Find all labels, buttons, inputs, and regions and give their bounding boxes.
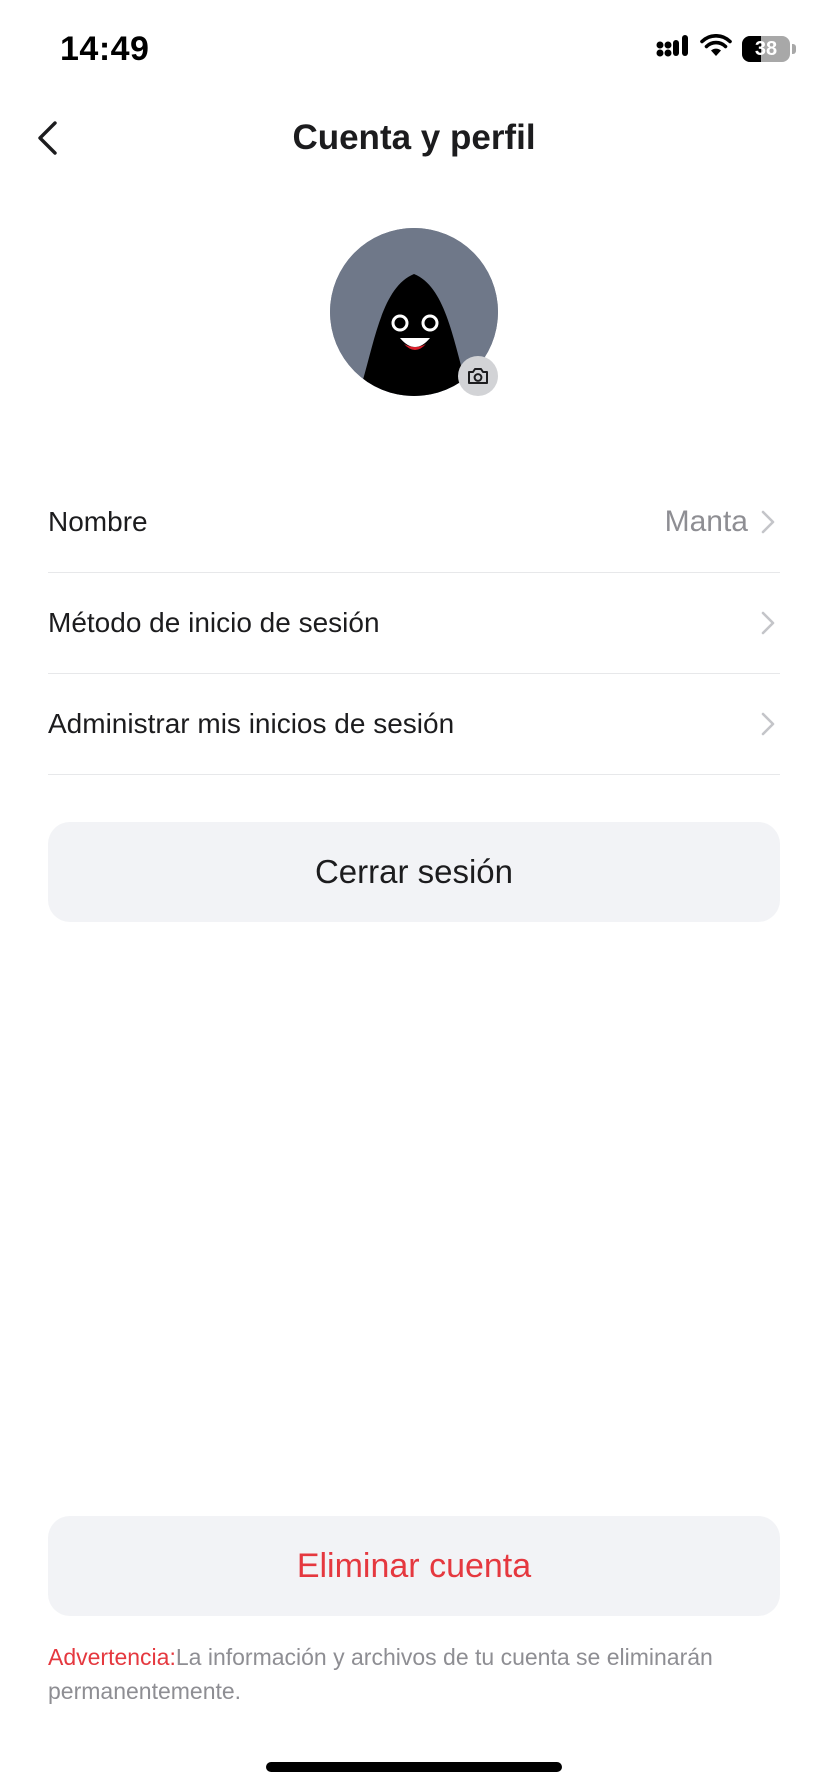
row-right [756, 710, 780, 738]
signal-icon [656, 34, 690, 63]
chevron-right-icon [756, 609, 780, 637]
name-value: Manta [664, 505, 748, 538]
row-login-method[interactable]: Método de inicio de sesión [48, 573, 780, 674]
row-label: Nombre [48, 506, 148, 537]
row-label: Administrar mis inicios de sesión [48, 708, 455, 739]
battery-tip [792, 43, 796, 54]
camera-icon[interactable] [458, 356, 498, 396]
delete-account-button[interactable]: Eliminar cuenta [48, 1516, 780, 1616]
page-title: Cuenta y perfil [292, 118, 536, 157]
row-nombre[interactable]: Nombre Manta [48, 472, 780, 573]
row-manage-logins[interactable]: Administrar mis inicios de sesión [48, 674, 780, 775]
status-bar: 14:49 38 [0, 0, 828, 100]
row-right: Manta [665, 505, 780, 539]
logout-button[interactable]: Cerrar sesión [48, 822, 780, 922]
chevron-right-icon [756, 508, 780, 536]
nav-header: Cuenta y perfil [0, 100, 828, 180]
delete-warning: Advertencia:La información y archivos de… [48, 1640, 780, 1708]
account-settings-list: Nombre Manta Método de inicio de sesión … [48, 472, 780, 775]
status-icons: 38 [656, 34, 796, 63]
avatar-upload[interactable] [330, 228, 498, 396]
warning-prefix: Advertencia: [48, 1644, 176, 1670]
row-label: Método de inicio de sesión [48, 607, 380, 638]
battery-level: 38 [754, 37, 778, 60]
battery-icon: 38 [742, 35, 790, 62]
chevron-right-icon [756, 710, 780, 738]
wifi-icon [700, 34, 732, 63]
status-time: 14:49 [60, 30, 150, 68]
home-indicator[interactable] [266, 1762, 562, 1772]
row-right [756, 609, 780, 637]
